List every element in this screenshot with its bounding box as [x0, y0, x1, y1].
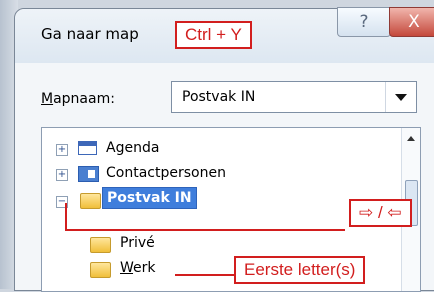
folder-icon: [90, 262, 111, 278]
callout-connector-left: [65, 203, 67, 231]
shortcut-callout: Ctrl + Y: [175, 21, 252, 49]
callout-connector-horizontal: [65, 229, 345, 231]
arrow-keys-callout: ⇨ / ⇦: [349, 199, 412, 227]
tree-item-label: Contactpersonen: [106, 165, 226, 181]
folder-icon: [90, 237, 111, 253]
expand-icon[interactable]: +: [56, 169, 68, 181]
folder-name-value: Postvak IN: [182, 89, 256, 105]
calendar-icon: [78, 141, 97, 155]
folder-name-combobox[interactable]: Postvak IN: [171, 81, 417, 113]
help-button[interactable]: ?: [337, 7, 391, 37]
contacts-icon: [78, 166, 99, 182]
dialog-title: Ga naar map: [41, 25, 139, 43]
tree-item-agenda[interactable]: + Agenda: [56, 138, 296, 162]
tree-item-label: Postvak IN: [102, 187, 197, 209]
dropdown-arrow-icon[interactable]: [385, 82, 416, 112]
folder-name-label: Mapnaam:: [41, 91, 115, 107]
callout-connector-bottom: [175, 274, 235, 276]
tree-item-label: Privé: [120, 235, 155, 251]
inbox-folder-icon: [80, 193, 101, 209]
scroll-up-icon[interactable]: [407, 136, 415, 141]
expand-icon[interactable]: +: [56, 144, 68, 156]
go-to-folder-dialog: Ga naar map Ctrl + Y ? X Mapnaam: Postva…: [14, 7, 434, 292]
tree-item-postvak-in[interactable]: − Postvak IN: [56, 187, 296, 213]
close-icon: X: [408, 12, 420, 32]
first-letter-callout: Eerste letter(s): [234, 256, 366, 284]
tree-item-werk[interactable]: Werk: [90, 258, 250, 282]
help-icon: ?: [359, 12, 369, 32]
close-button[interactable]: X: [389, 7, 434, 37]
tree-item-contacts[interactable]: + Contactpersonen: [56, 163, 316, 187]
tree-item-prive[interactable]: Privé: [90, 233, 250, 257]
tree-item-label: Agenda: [106, 140, 160, 156]
tree-item-label: Werk: [120, 260, 156, 276]
title-bar: Ga naar map Ctrl + Y ? X: [15, 7, 434, 63]
